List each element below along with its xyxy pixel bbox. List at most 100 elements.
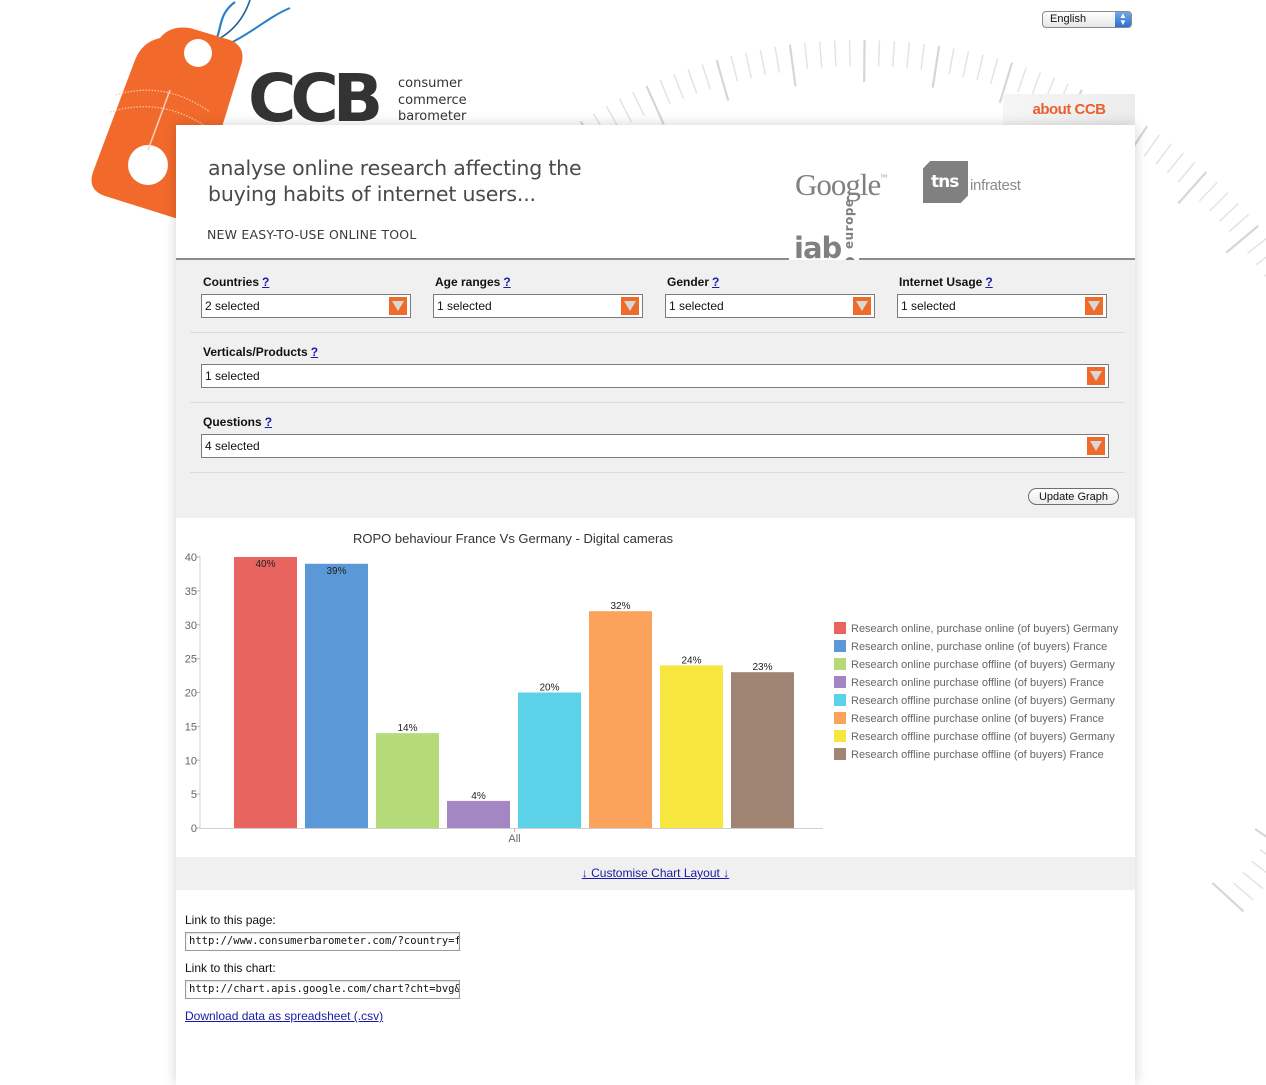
filter-divider <box>190 332 1125 333</box>
dropdown-arrow-icon[interactable] <box>389 297 407 315</box>
barometer-tick <box>907 42 909 68</box>
dropdown-arrow-icon[interactable] <box>1085 297 1103 315</box>
barometer-tick <box>963 51 968 76</box>
chart-link-input[interactable]: http://chart.apis.google.com/chart?cht=b… <box>185 980 460 999</box>
barometer-tick <box>977 55 983 80</box>
barometer-tick <box>1229 214 1248 231</box>
barometer-tick <box>1260 850 1266 865</box>
legend-swatch <box>834 658 846 670</box>
ropo-bar-chart: ROPO behaviour France Vs Germany - Digit… <box>176 518 1135 858</box>
barometer-tick <box>805 43 808 69</box>
legend-entry: Research offline purchase online (of buy… <box>851 713 1104 725</box>
legend-entry: Research online, purchase online (of buy… <box>851 623 1119 635</box>
barometer-tick <box>820 42 822 68</box>
page-link-input[interactable]: http://www.consumerbarometer.com/?countr… <box>185 932 460 951</box>
verticals-label: Verticals/Products? <box>203 345 318 359</box>
age-ranges-help-link[interactable]: ? <box>503 275 510 289</box>
dropdown-value: 1 selected <box>205 369 260 383</box>
download-csv-link[interactable]: Download data as spreadsheet (.csv) <box>185 1009 383 1023</box>
y-tick-label: 30 <box>185 620 197 632</box>
barometer-tick <box>1199 182 1217 201</box>
legend-entry: Research online, purchase online (of buy… <box>851 641 1107 653</box>
bar-data-label: 20% <box>539 683 559 694</box>
bar-data-label: 4% <box>471 791 486 802</box>
brand-word: barometer <box>398 109 467 126</box>
customise-bar: ↓ Customise Chart Layout ↓ <box>176 857 1135 890</box>
language-select-value: English <box>1050 13 1086 25</box>
trademark-mark: ™ <box>880 173 886 181</box>
filter-divider <box>190 472 1125 473</box>
legend-swatch <box>834 640 846 652</box>
verticals-dropdown[interactable]: 1 selected <box>201 364 1109 388</box>
bar <box>447 801 510 828</box>
label-text: Questions <box>203 415 262 429</box>
chart-link-label: Link to this chart: <box>185 961 276 975</box>
dropdown-arrow-icon[interactable] <box>1087 437 1105 455</box>
questions-dropdown[interactable]: 4 selected <box>201 434 1109 458</box>
barometer-tick <box>646 86 663 124</box>
legend-entry: Research online purchase offline (of buy… <box>851 659 1115 671</box>
customise-chart-layout-link[interactable]: ↓ Customise Chart Layout ↓ <box>582 866 729 880</box>
about-ccb-tab[interactable]: about CCB <box>1003 94 1135 125</box>
dropdown-arrow-icon[interactable] <box>621 297 639 315</box>
legend-entry: Research offline purchase offline (of bu… <box>851 731 1115 743</box>
barometer-tick <box>1256 249 1266 265</box>
barometer-tick <box>674 74 683 98</box>
barometer-tick <box>1178 162 1195 182</box>
barometer-tick <box>1247 237 1266 253</box>
barometer-tick <box>1018 67 1026 92</box>
barometer-tick <box>660 80 670 104</box>
barometer-tick <box>893 41 895 67</box>
chart-title: ROPO behaviour France Vs Germany - Digit… <box>353 531 674 546</box>
ccb-logo[interactable]: CCB <box>248 66 377 132</box>
barometer-tick <box>760 50 765 76</box>
age-ranges-dropdown[interactable]: 1 selected <box>433 294 643 318</box>
page-headline: analyse online research affecting the bu… <box>208 155 581 207</box>
dropdown-value: 1 selected <box>669 299 724 313</box>
barometer-tick <box>746 53 752 78</box>
y-tick-label: 20 <box>185 688 197 700</box>
questions-label: Questions? <box>203 415 272 429</box>
headline-line: analyse online research affecting the <box>208 155 581 181</box>
update-graph-button[interactable]: Update Graph <box>1028 488 1119 505</box>
internet-usage-dropdown[interactable]: 1 selected <box>897 294 1107 318</box>
countries-help-link[interactable]: ? <box>262 275 269 289</box>
legend-swatch <box>834 748 846 760</box>
countries-dropdown[interactable]: 2 selected <box>201 294 411 318</box>
barometer-tick <box>790 45 796 87</box>
gender-dropdown[interactable]: 1 selected <box>665 294 875 318</box>
internet-usage-help-link[interactable]: ? <box>985 275 992 289</box>
bar <box>660 665 723 828</box>
bar <box>731 672 794 828</box>
gender-help-link[interactable]: ? <box>712 275 719 289</box>
verticals-help-link[interactable]: ? <box>311 345 318 359</box>
bar-data-label: 14% <box>397 723 417 734</box>
barometer-tick <box>633 92 644 115</box>
page-link-label: Link to this page: <box>185 913 276 927</box>
dropdown-value: 2 selected <box>205 299 260 313</box>
bar-data-label: 40% <box>255 559 275 570</box>
bar <box>305 564 368 828</box>
barometer-tick <box>1167 153 1183 173</box>
y-tick-label: 25 <box>185 654 197 666</box>
legend-swatch <box>834 676 846 688</box>
bar <box>518 693 581 829</box>
legend-swatch <box>834 622 846 634</box>
dropdown-arrow-icon[interactable] <box>1087 367 1105 385</box>
barometer-tick <box>717 60 729 100</box>
questions-help-link[interactable]: ? <box>265 415 272 429</box>
dropdown-arrow-icon[interactable] <box>853 297 871 315</box>
label-text: Verticals/Products <box>203 345 308 359</box>
x-tick-label: All <box>508 833 520 845</box>
legend-swatch <box>834 694 846 706</box>
google-logo-text: Google <box>795 167 880 202</box>
legend-swatch <box>834 712 846 724</box>
barometer-tick <box>1243 872 1263 888</box>
label-text: Internet Usage <box>899 275 982 289</box>
label-text: Countries <box>203 275 259 289</box>
google-logo: Google™ <box>795 167 886 203</box>
barometer-tick <box>879 40 880 66</box>
language-select[interactable]: English ▲▼ <box>1042 11 1132 28</box>
barometer-tick <box>1234 883 1254 900</box>
bar-data-label: 23% <box>752 662 772 673</box>
